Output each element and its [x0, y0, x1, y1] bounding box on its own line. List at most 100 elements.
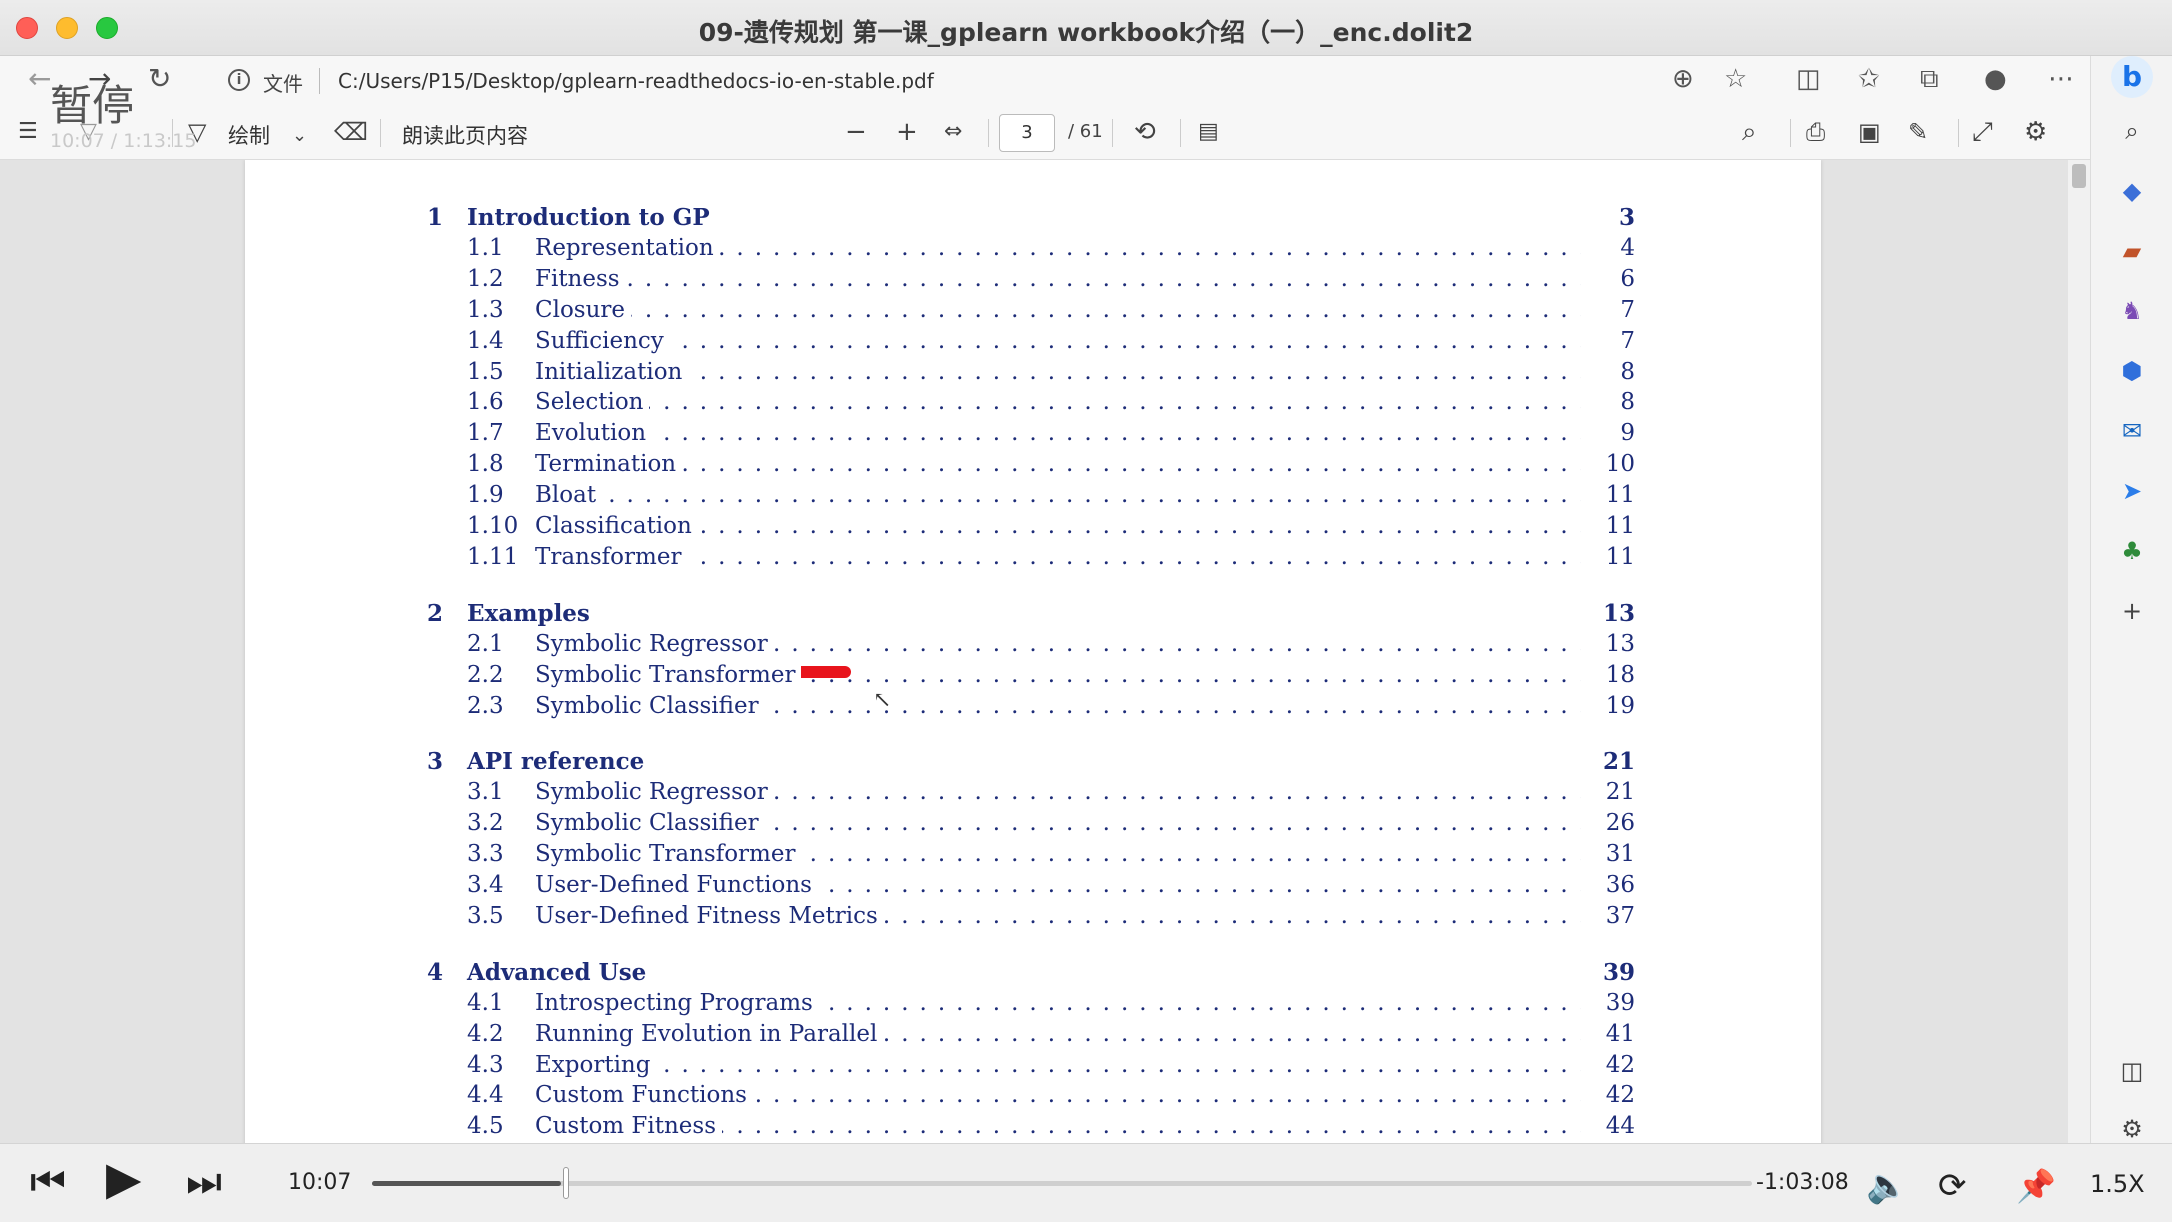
sidebar-search-icon[interactable]: ⌕ — [2117, 116, 2147, 146]
toc-entry-title: Classification — [535, 513, 698, 539]
toc-entry[interactable]: 1.5.....................................… — [245, 358, 1821, 390]
toc-entry-title: Selection — [535, 389, 650, 416]
toc-entry[interactable]: 4.5.....................................… — [245, 1113, 1821, 1143]
eraser-icon[interactable]: ⌫ — [334, 116, 368, 148]
save-as-icon[interactable]: ✎ — [1908, 116, 1928, 148]
url-field[interactable]: C:/Users/P15/Desktop/gplearn-readthedocs… — [338, 69, 934, 93]
toc-entry-title: Transformer — [535, 543, 688, 570]
toc-entry-page: 41 — [1605, 1020, 1635, 1047]
toc-entry-page: 19 — [1605, 692, 1635, 719]
play-icon[interactable]: ▶ — [106, 1155, 141, 1201]
save-icon[interactable]: ▣ — [1858, 116, 1881, 148]
toolbar-separator — [1180, 119, 1181, 147]
toc-leader-dots: ........................................… — [535, 420, 1581, 447]
toc-entry-title: Sufficiency — [535, 327, 670, 354]
zoom-icon[interactable]: ⊕ — [1672, 64, 1694, 94]
hide-sidebar-icon[interactable]: ◫ — [2117, 1056, 2147, 1086]
page-number-input[interactable]: 3 — [999, 114, 1055, 152]
toc-entry[interactable]: 2.3.....................................… — [245, 692, 1821, 724]
volume-icon[interactable]: 🔈 — [1866, 1166, 1908, 1206]
toc-chapter[interactable]: 4 Advanced Use 39 — [245, 959, 1821, 990]
shopping-tag-icon[interactable]: ◆ — [2117, 176, 2147, 206]
toc-entry-number: 2.2 — [467, 661, 504, 688]
toc-entry[interactable]: 4.4.....................................… — [245, 1082, 1821, 1113]
toolbox-icon[interactable]: ▰ — [2117, 236, 2147, 266]
toc-entry[interactable]: 3.1.....................................… — [245, 779, 1821, 810]
toc-chapter[interactable]: 3 API reference 21 — [245, 748, 1821, 779]
toc-chapter[interactable]: 1 Introduction to GP 3 — [245, 204, 1821, 235]
read-aloud-button[interactable]: 朗读此页内容 — [402, 120, 528, 150]
progress-fill — [372, 1181, 562, 1186]
back-arrow-icon[interactable]: ← — [28, 62, 51, 95]
toc-entry[interactable]: 2.2.....................................… — [245, 661, 1821, 693]
toc-entry[interactable]: 1.2.....................................… — [245, 265, 1821, 297]
scrollbar-thumb[interactable] — [2072, 164, 2086, 188]
draw-button[interactable]: 绘制 — [228, 120, 270, 150]
toc-entry-number: 1.10 — [467, 513, 519, 539]
progress-knob[interactable] — [563, 1167, 569, 1199]
toc-entry[interactable]: 1.4.....................................… — [245, 327, 1821, 359]
tree-icon[interactable]: ♣ — [2117, 536, 2147, 566]
fullscreen-icon[interactable]: ⤢ — [1972, 116, 1993, 148]
info-icon[interactable]: i — [228, 69, 250, 91]
skip-forward-icon[interactable]: ⏭ — [186, 1162, 222, 1202]
overlay-timestamp: 10:07 / 1:13:15 — [50, 130, 197, 152]
video-player-bar: ⏮ ▶ ⏭ 10:07 -1:03:08 🔈 ⟳ 📌 1.5X — [0, 1143, 2172, 1222]
toc-entry[interactable]: 4.3.....................................… — [245, 1051, 1821, 1083]
toc-entry[interactable]: 3.3.....................................… — [245, 841, 1821, 872]
toc-entry[interactable]: 2.1.....................................… — [245, 630, 1821, 662]
profile-avatar-icon[interactable]: ● — [1984, 64, 2007, 94]
search-icon[interactable]: ⌕ — [1742, 116, 1757, 148]
skip-back-icon[interactable]: ⏮ — [30, 1162, 66, 1202]
toc-entry-page: 44 — [1605, 1113, 1635, 1140]
add-sidebar-item-icon[interactable]: + — [2117, 596, 2147, 626]
toc-entry[interactable]: 1.10....................................… — [245, 513, 1821, 544]
toc-entry[interactable]: 1.1.....................................… — [245, 234, 1821, 266]
collections-icon[interactable]: ⧉ — [1920, 64, 1939, 95]
print-icon[interactable]: ⎙ — [1806, 116, 1825, 148]
outlook-icon[interactable]: ✉ — [2117, 416, 2147, 446]
pdf-scrollbar[interactable] — [2068, 160, 2090, 1143]
toc-entry[interactable]: 4.1.....................................… — [245, 989, 1821, 1021]
loop-icon[interactable]: ⟳ — [1938, 1166, 1967, 1206]
favorites-icon[interactable]: ✩ — [1858, 64, 1880, 94]
toc-entry[interactable]: 4.2.....................................… — [245, 1020, 1821, 1052]
zoom-out-icon[interactable]: − — [845, 116, 867, 148]
office-icon[interactable]: ⬢ — [2117, 356, 2147, 386]
toc-leader-dots: ........................................… — [535, 482, 1581, 509]
toc-entry[interactable]: 1.9.....................................… — [245, 482, 1821, 513]
sidebar-settings-icon[interactable]: ⚙ — [2117, 1114, 2147, 1144]
pin-icon[interactable]: 📌 — [2016, 1166, 2056, 1206]
toc-entry-number: 4.2 — [467, 1020, 504, 1047]
more-menu-icon[interactable]: ⋯ — [2048, 64, 2074, 94]
progress-track[interactable] — [372, 1181, 1752, 1186]
toc-entry[interactable]: 1.8.....................................… — [245, 451, 1821, 482]
toc-entry-page: 10 — [1605, 451, 1635, 478]
toc-entry[interactable]: 1.11....................................… — [245, 543, 1821, 575]
contents-list-icon[interactable]: ☰ — [18, 116, 38, 148]
refresh-icon[interactable]: ↻ — [148, 62, 171, 95]
toc-leader-dots: ........................................… — [535, 1051, 1581, 1078]
split-screen-icon[interactable]: ◫ — [1796, 64, 1821, 94]
toc-entry[interactable]: 3.2.....................................… — [245, 810, 1821, 841]
favorite-star-icon[interactable]: ☆ — [1724, 64, 1747, 94]
chevron-down-icon[interactable]: ⌄ — [292, 120, 307, 152]
settings-gear-icon[interactable]: ⚙ — [2024, 116, 2047, 148]
toc-entry[interactable]: 1.7.....................................… — [245, 420, 1821, 451]
zoom-in-icon[interactable]: + — [896, 116, 918, 148]
toc-entry[interactable]: 1.3.....................................… — [245, 296, 1821, 328]
drop-icon[interactable]: ➤ — [2117, 476, 2147, 506]
chess-games-icon[interactable]: ♞ — [2117, 296, 2147, 326]
toc-entry-number: 2.1 — [467, 630, 504, 657]
toc-entry[interactable]: 1.6.....................................… — [245, 389, 1821, 420]
toc-entry-number: 4.5 — [467, 1113, 504, 1140]
toc-entry[interactable]: 3.5.....................................… — [245, 902, 1821, 934]
playback-speed[interactable]: 1.5X — [2090, 1170, 2145, 1198]
rotate-icon[interactable]: ⟲ — [1134, 116, 1156, 148]
toc-chapter[interactable]: 2 Examples 13 — [245, 600, 1821, 631]
fit-width-icon[interactable]: ⇔ — [944, 116, 962, 148]
page-view-icon[interactable]: ▤ — [1198, 116, 1219, 148]
toc-entry[interactable]: 3.4.....................................… — [245, 872, 1821, 903]
bing-copilot-icon[interactable]: b — [2111, 56, 2153, 98]
pdf-viewer[interactable]: 1 Introduction to GP 3 1.1.................… — [0, 160, 2090, 1143]
